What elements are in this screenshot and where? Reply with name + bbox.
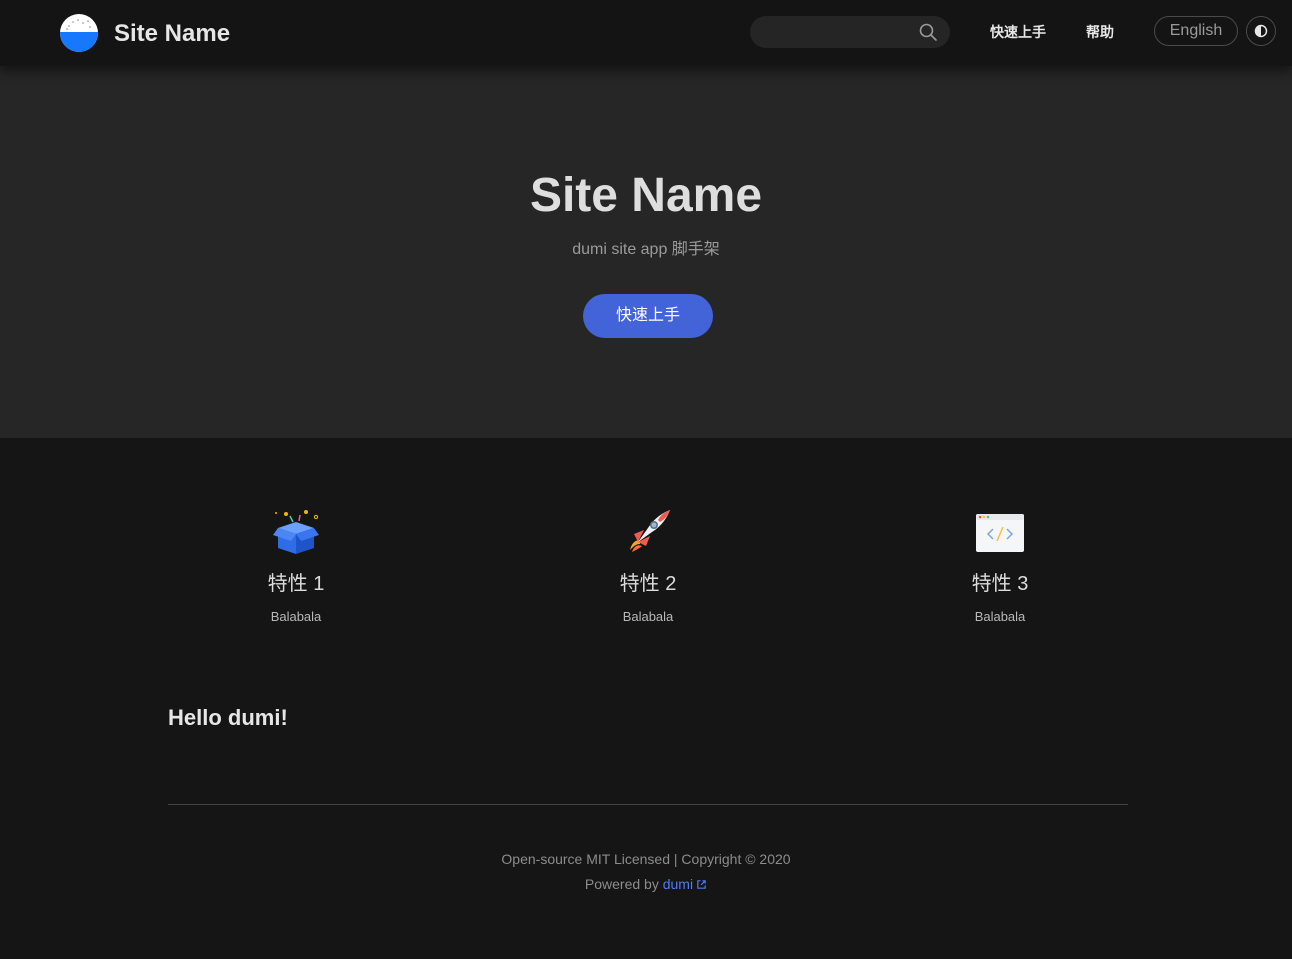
site-name[interactable]: Site Name — [114, 20, 230, 48]
rocket-icon — [624, 508, 672, 556]
theme-toggle-button[interactable] — [1246, 16, 1276, 46]
language-switch-button[interactable]: English — [1154, 16, 1238, 46]
content-heading: Hello dumi! — [168, 705, 288, 730]
feature-title: 特性 1 — [267, 573, 325, 595]
feature-description: Balabala — [974, 609, 1026, 624]
nav-link-quick-start[interactable]: 快速上手 — [990, 23, 1046, 41]
half-circle-contrast-icon — [1254, 24, 1268, 38]
feature-title: 特性 3 — [971, 573, 1029, 595]
feature-title: 特性 2 — [619, 573, 677, 595]
footer-divider — [168, 804, 1128, 805]
external-link-icon — [697, 880, 706, 889]
nav-link-help[interactable]: 帮助 — [1086, 23, 1114, 41]
footer-license-text: Open-source MIT Licensed | Copyright © 2… — [501, 851, 791, 867]
feature-description: Balabala — [622, 609, 674, 624]
powered-by-prefix: Powered by — [584, 876, 659, 892]
hero-title: Site Name — [529, 169, 763, 222]
dumi-link-label[interactable]: dumi — [663, 876, 693, 892]
feature-description: Balabala — [270, 609, 322, 624]
code-window-icon — [976, 508, 1024, 556]
open-box-icon — [272, 508, 320, 556]
hero-quick-start-button[interactable]: 快速上手 — [583, 294, 713, 338]
dumi-link[interactable]: dumi — [663, 876, 707, 892]
navbar: Site Name 快速上手 帮助 English — [0, 0, 1292, 66]
footer-powered-by: Powered by dumi — [0, 875, 1292, 893]
search-icon[interactable] — [918, 22, 938, 42]
rice-bowl-logo-icon[interactable] — [59, 13, 99, 53]
hero-description: dumi site app 脚手架 — [572, 241, 720, 258]
